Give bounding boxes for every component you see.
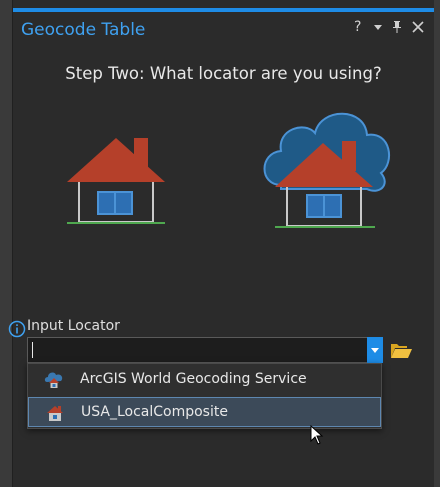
mouse-pointer-icon [310, 425, 324, 445]
locator-option-usa-localcomposite[interactable]: USA_LocalComposite [28, 397, 381, 427]
help-button[interactable]: ? [354, 18, 361, 36]
house-icon [47, 406, 63, 421]
chevron-down-icon [374, 25, 382, 30]
right-panel-edge [434, 0, 440, 487]
pane-options-button[interactable] [372, 19, 384, 40]
option-label: USA_LocalComposite [81, 404, 228, 420]
close-button[interactable] [411, 19, 425, 40]
step-heading: Step Two: What locator are you using? [65, 64, 382, 83]
text-caret [32, 342, 33, 358]
pane-title: Geocode Table [21, 20, 146, 40]
input-locator-combobox[interactable] [27, 337, 383, 363]
cloud-house-icon [44, 372, 63, 388]
pane-accent-bar [13, 8, 434, 12]
close-icon [412, 21, 424, 33]
info-icon[interactable] [8, 320, 26, 338]
input-locator-label: Input Locator [27, 318, 120, 334]
pin-icon [393, 21, 401, 33]
locator-dropdown-list: ArcGIS World Geocoding Service USA_Local… [27, 363, 382, 429]
folder-open-icon[interactable] [389, 340, 413, 360]
chevron-down-icon [371, 348, 379, 353]
cloud-house-icon [263, 112, 390, 228]
option-label: ArcGIS World Geocoding Service [80, 371, 307, 387]
left-panel-edge [0, 0, 13, 487]
locator-option-world-geocoding[interactable]: ArcGIS World Geocoding Service [28, 365, 381, 395]
pin-button[interactable] [391, 19, 403, 40]
house-icon [67, 138, 165, 224]
dropdown-toggle-button[interactable] [367, 337, 383, 363]
